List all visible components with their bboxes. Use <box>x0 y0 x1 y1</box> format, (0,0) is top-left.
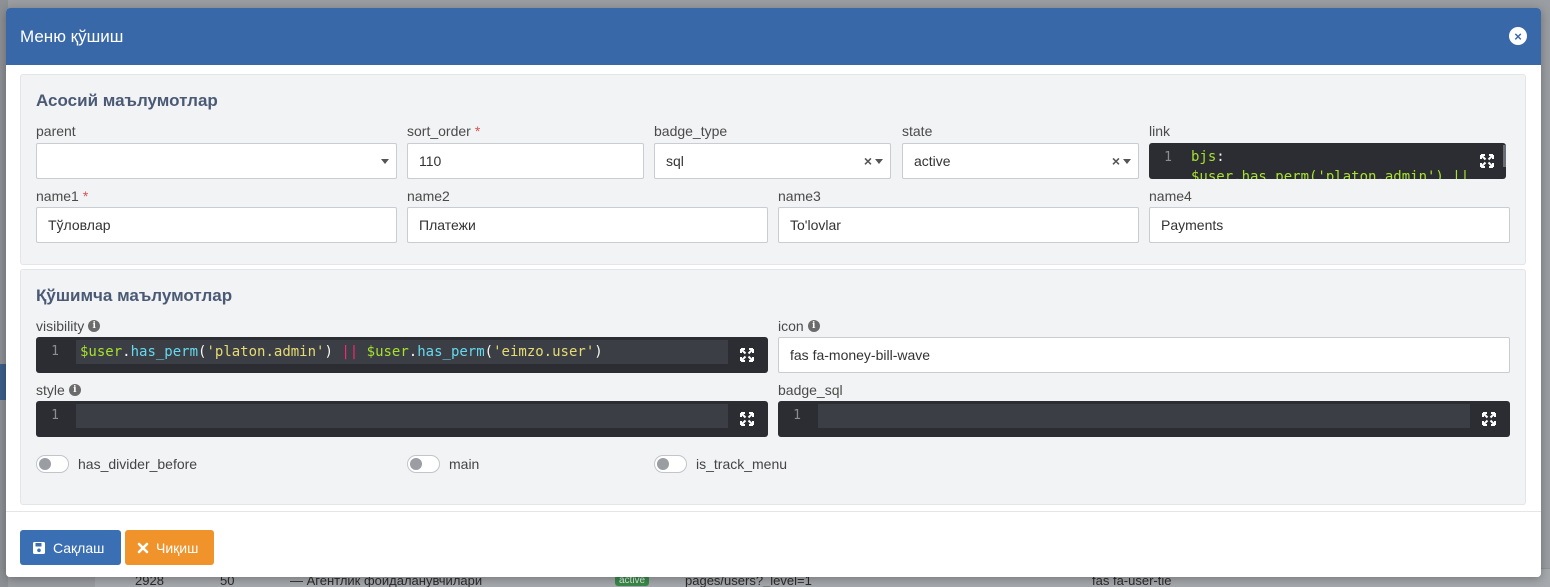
badge-type-select-value: sql <box>666 153 684 169</box>
expand-icon[interactable] <box>740 412 754 426</box>
sort-order-label-text: sort_order <box>407 123 471 139</box>
badge-type-label: badge_type <box>654 123 728 139</box>
main-info-panel: Асосий маълумотлар parent sort_order * ba… <box>20 74 1526 265</box>
info-icon[interactable]: i <box>88 320 101 332</box>
chevron-down-icon <box>381 159 389 164</box>
name3-label: name3 <box>778 188 821 204</box>
code-token: $user <box>80 344 123 360</box>
link-label: link <box>1149 123 1171 139</box>
badge-type-select[interactable]: sql × <box>654 143 891 179</box>
expand-icon[interactable] <box>740 348 754 362</box>
code-token: . <box>408 344 418 360</box>
chevron-down-icon <box>1123 159 1131 164</box>
visibility-code-editor[interactable]: 1 $user.has_perm('platon.admin') || $use… <box>36 337 768 373</box>
floppy-disk-icon <box>33 541 45 554</box>
exit-button-label: Чиқиш <box>156 539 199 556</box>
section-title-extra: Қўшимча маълумотлар <box>36 286 233 305</box>
clear-icon[interactable]: × <box>1112 153 1120 169</box>
name1-label: name1 * <box>36 188 88 204</box>
icon-input[interactable]: fas fa-money-bill-wave <box>778 337 1510 373</box>
code-token: 'eimzo.user' <box>493 344 595 360</box>
has-divider-before-toggle[interactable] <box>36 455 69 473</box>
info-icon[interactable]: i <box>68 384 81 396</box>
sort-order-input[interactable]: 110 <box>407 143 644 179</box>
code-token: 'platon.admin' <box>206 344 325 360</box>
code-token: : <box>1216 149 1225 165</box>
code-line-1: bjs: <box>1191 149 1225 165</box>
parent-label-text: parent <box>36 123 76 139</box>
required-mark: * <box>82 188 89 204</box>
badge-sql-code-editor[interactable]: 1 <box>778 401 1510 437</box>
name1-input[interactable]: Тўловлар <box>36 207 397 243</box>
info-icon[interactable]: i <box>807 320 820 332</box>
save-button[interactable]: Сақлаш <box>20 530 121 565</box>
is-track-menu-toggle[interactable] <box>654 455 687 473</box>
line-number: 1 <box>1164 150 1172 165</box>
expand-icon[interactable] <box>1480 154 1494 168</box>
main-label: main <box>449 456 480 472</box>
is-track-menu-label: is_track_menu <box>696 456 788 472</box>
code-token: has_perm <box>130 344 199 360</box>
modal-body: Асосий маълумотлар parent sort_order * ba… <box>6 65 1541 510</box>
line-number: 1 <box>793 408 801 423</box>
extra-info-panel: Қўшимча маълумотлар visibility i icon i 1 … <box>20 269 1526 505</box>
sort-order-label: sort_order * <box>407 123 480 139</box>
close-icon <box>137 542 149 553</box>
state-select[interactable]: active × <box>902 143 1139 179</box>
style-code-editor[interactable]: 1 <box>36 401 768 437</box>
close-icon[interactable]: × <box>1509 27 1527 45</box>
badge-sql-label: badge_sql <box>778 382 843 398</box>
code-token: has_perm <box>417 344 485 360</box>
state-label: state <box>902 123 933 139</box>
section-title-main: Асосий маълумотлар <box>36 91 218 110</box>
scrollbar[interactable] <box>1503 145 1506 167</box>
link-code-editor[interactable]: 1 bjs: $user.has_perm('platon.admin') || <box>1149 143 1506 179</box>
name3-input[interactable]: To'lovlar <box>778 207 1139 243</box>
modal-header: Меню қўшиш × <box>6 8 1541 65</box>
parent-label: parent <box>36 123 76 139</box>
style-label: style i <box>36 382 81 398</box>
add-menu-modal: Меню қўшиш × Асосий маълумотлар parent s… <box>6 8 1541 577</box>
code-token: . <box>122 344 131 360</box>
code-token: || <box>341 344 359 360</box>
code-token: $user <box>366 344 409 360</box>
name4-label: name4 <box>1149 188 1192 204</box>
code-line-2: $user.has_perm('platon.admin') || <box>1191 169 1470 179</box>
modal-title: Меню қўшиш <box>20 26 124 46</box>
expand-icon[interactable] <box>1482 412 1496 426</box>
code-line-1: $user.has_perm('platon.admin') || $user.… <box>80 344 603 360</box>
save-button-label: Сақлаш <box>53 539 105 556</box>
active-line-highlight <box>76 404 728 428</box>
line-number: 1 <box>51 408 59 423</box>
exit-button[interactable]: Чиқиш <box>125 530 214 565</box>
has-divider-before-label: has_divider_before <box>78 456 198 472</box>
style-label-text: style <box>36 382 65 398</box>
clear-icon[interactable]: × <box>864 153 872 169</box>
visibility-label-text: visibility <box>36 318 85 334</box>
name2-input[interactable]: Платежи <box>407 207 768 243</box>
name2-label: name2 <box>407 188 450 204</box>
toggle-knob <box>657 458 669 470</box>
icon-label-text: icon <box>778 318 804 334</box>
main-toggle[interactable] <box>407 455 440 473</box>
icon-label: icon i <box>778 318 820 334</box>
code-token: ) <box>594 344 603 360</box>
code-token: bjs <box>1191 149 1217 165</box>
name1-label-text: name1 <box>36 188 79 204</box>
chevron-down-icon <box>875 159 883 164</box>
parent-select[interactable] <box>36 143 397 179</box>
state-select-value: active <box>914 153 951 169</box>
active-line-highlight <box>818 404 1470 428</box>
toggle-knob <box>410 458 422 470</box>
toggle-knob <box>39 458 51 470</box>
code-token: ( <box>484 344 494 360</box>
code-token: ) <box>324 344 342 360</box>
name4-input[interactable]: Payments <box>1149 207 1510 243</box>
visibility-label: visibility i <box>36 318 101 334</box>
required-mark: * <box>474 123 481 139</box>
modal-footer: Сақлаш Чиқиш <box>6 511 1541 577</box>
line-number: 1 <box>51 344 59 359</box>
